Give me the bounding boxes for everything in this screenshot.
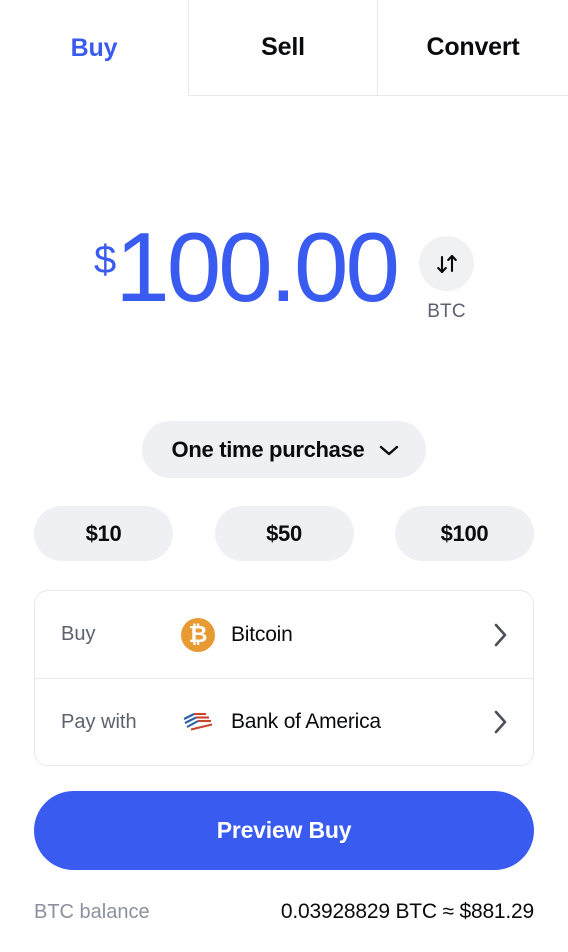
quick-amount-10[interactable]: $10 — [34, 506, 173, 561]
order-detail-card: Buy ₿ Bitcoin Pay with Bank of America — [34, 590, 534, 766]
quick-amount-100[interactable]: $100 — [395, 506, 534, 561]
tab-buy-label: Buy — [70, 33, 118, 62]
buy-asset-row[interactable]: Buy ₿ Bitcoin — [35, 591, 533, 678]
chevron-down-icon — [380, 445, 399, 455]
quick-amount-row: $10 $50 $100 — [34, 506, 534, 561]
buy-asset-key: Buy — [61, 623, 96, 645]
chevron-right-icon — [494, 623, 507, 646]
tab-convert[interactable]: Convert — [378, 0, 568, 96]
amount-row: $ 100.00 BTC — [0, 218, 568, 323]
payment-method-row[interactable]: Pay with Bank of America — [35, 678, 533, 765]
swap-currency-button[interactable] — [419, 236, 474, 291]
amount-input[interactable]: $ 100.00 — [94, 212, 400, 322]
bank-of-america-flag-icon — [183, 712, 213, 731]
bank-of-america-icon — [181, 705, 215, 739]
buy-crypto-screen: Buy Sell Convert $ 100.00 BTC One time p… — [0, 0, 568, 952]
amount-value: 100.00 — [115, 212, 400, 322]
purchase-frequency-row: One time purchase — [0, 421, 568, 478]
payment-method-value: Bank of America — [231, 710, 381, 733]
bitcoin-icon: ₿ — [181, 617, 215, 652]
quick-amount-50[interactable]: $50 — [214, 506, 354, 561]
tab-convert-label: Convert — [426, 33, 520, 61]
purchase-frequency-dropdown[interactable]: One time purchase — [141, 421, 427, 478]
tab-sell[interactable]: Sell — [188, 0, 378, 96]
preview-buy-button[interactable]: Preview Buy — [34, 791, 534, 870]
tab-sell-label: Sell — [261, 33, 305, 61]
amount-asset-label: BTC — [427, 301, 466, 322]
trade-mode-tabs: Buy Sell Convert — [0, 0, 568, 96]
payment-method-chevron — [493, 709, 509, 735]
btc-balance-label: BTC balance — [34, 900, 150, 923]
purchase-frequency-label: One time purchase — [171, 436, 365, 462]
bitcoin-icon-glyph: ₿ — [181, 617, 215, 652]
swap-vertical-icon — [436, 254, 457, 273]
payment-method-key: Pay with — [61, 710, 137, 733]
amount-display-area: $ 100.00 BTC — [0, 218, 568, 368]
currency-symbol: $ — [94, 238, 116, 282]
buy-asset-value: Bitcoin — [231, 622, 293, 646]
swap-asset-control: BTC — [419, 236, 474, 323]
btc-balance-row: BTC balance 0.03928829 BTC ≈ $881.29 — [34, 900, 534, 924]
chevron-right-icon — [494, 710, 507, 734]
tab-buy[interactable]: Buy — [0, 0, 188, 96]
btc-balance-value: 0.03928829 BTC ≈ $881.29 — [280, 900, 534, 923]
buy-asset-chevron — [493, 622, 509, 648]
